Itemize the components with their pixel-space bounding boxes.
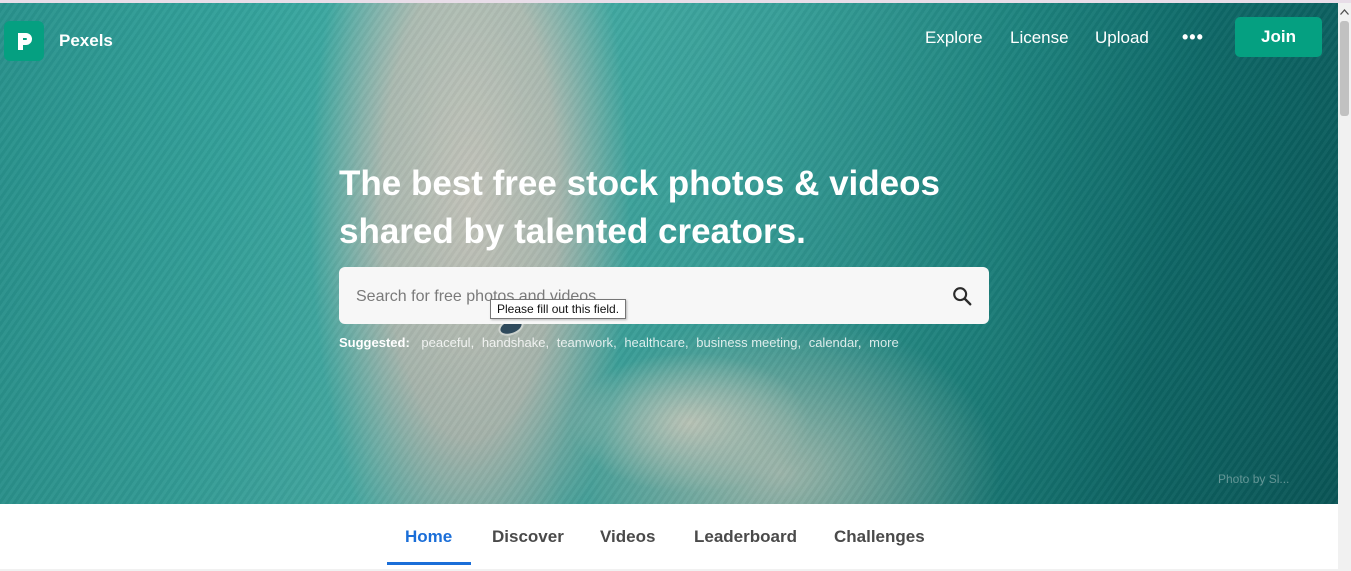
- scrollbar-thumb[interactable]: [1340, 21, 1349, 116]
- suggestion-more[interactable]: more: [869, 335, 899, 350]
- suggestion-business-meeting[interactable]: business meeting: [696, 335, 797, 350]
- search-bar: [339, 267, 989, 326]
- brand-name[interactable]: Pexels: [59, 31, 113, 51]
- suggestion-calendar[interactable]: calendar: [809, 335, 858, 350]
- hero-headline: The best free stock photos & videos shar…: [339, 160, 1019, 256]
- nav-upload[interactable]: Upload: [1095, 28, 1149, 48]
- suggestion-healthcare[interactable]: healthcare: [624, 335, 685, 350]
- photo-credit[interactable]: Photo by Sl...: [1218, 472, 1289, 486]
- tab-discover[interactable]: Discover: [492, 527, 564, 547]
- headline-line-2: shared by talented creators.: [339, 212, 806, 251]
- more-menu-icon[interactable]: •••: [1182, 27, 1204, 48]
- search-icon[interactable]: [951, 285, 973, 307]
- suggestion-peaceful[interactable]: peaceful: [421, 335, 470, 350]
- validation-tooltip: Please fill out this field.: [490, 299, 627, 319]
- tab-challenges[interactable]: Challenges: [834, 527, 925, 547]
- tab-videos[interactable]: Videos: [600, 527, 655, 547]
- active-tab-indicator: [387, 562, 471, 565]
- pexels-logo-icon[interactable]: [4, 21, 44, 61]
- suggested-label: Suggested:: [339, 335, 410, 350]
- nav-explore[interactable]: Explore: [925, 28, 983, 48]
- suggested-searches: Suggested: peaceful, handshake, teamwork…: [339, 335, 899, 350]
- join-button[interactable]: Join: [1235, 17, 1322, 57]
- section-tabs: Home Discover Videos Leaderboard Challen…: [0, 504, 1338, 571]
- tab-leaderboard[interactable]: Leaderboard: [694, 527, 797, 547]
- search-input[interactable]: [339, 267, 948, 326]
- nav-license[interactable]: License: [1010, 28, 1069, 48]
- suggestion-teamwork[interactable]: teamwork: [557, 335, 613, 350]
- scroll-up-arrow-icon[interactable]: [1338, 6, 1351, 18]
- hero-section: Pexels Explore License Upload ••• Join T…: [0, 3, 1338, 504]
- headline-line-1: The best free stock photos & videos: [339, 164, 940, 203]
- page-scrollbar[interactable]: [1338, 3, 1351, 571]
- tab-home[interactable]: Home: [405, 527, 452, 547]
- suggestion-handshake[interactable]: handshake: [482, 335, 546, 350]
